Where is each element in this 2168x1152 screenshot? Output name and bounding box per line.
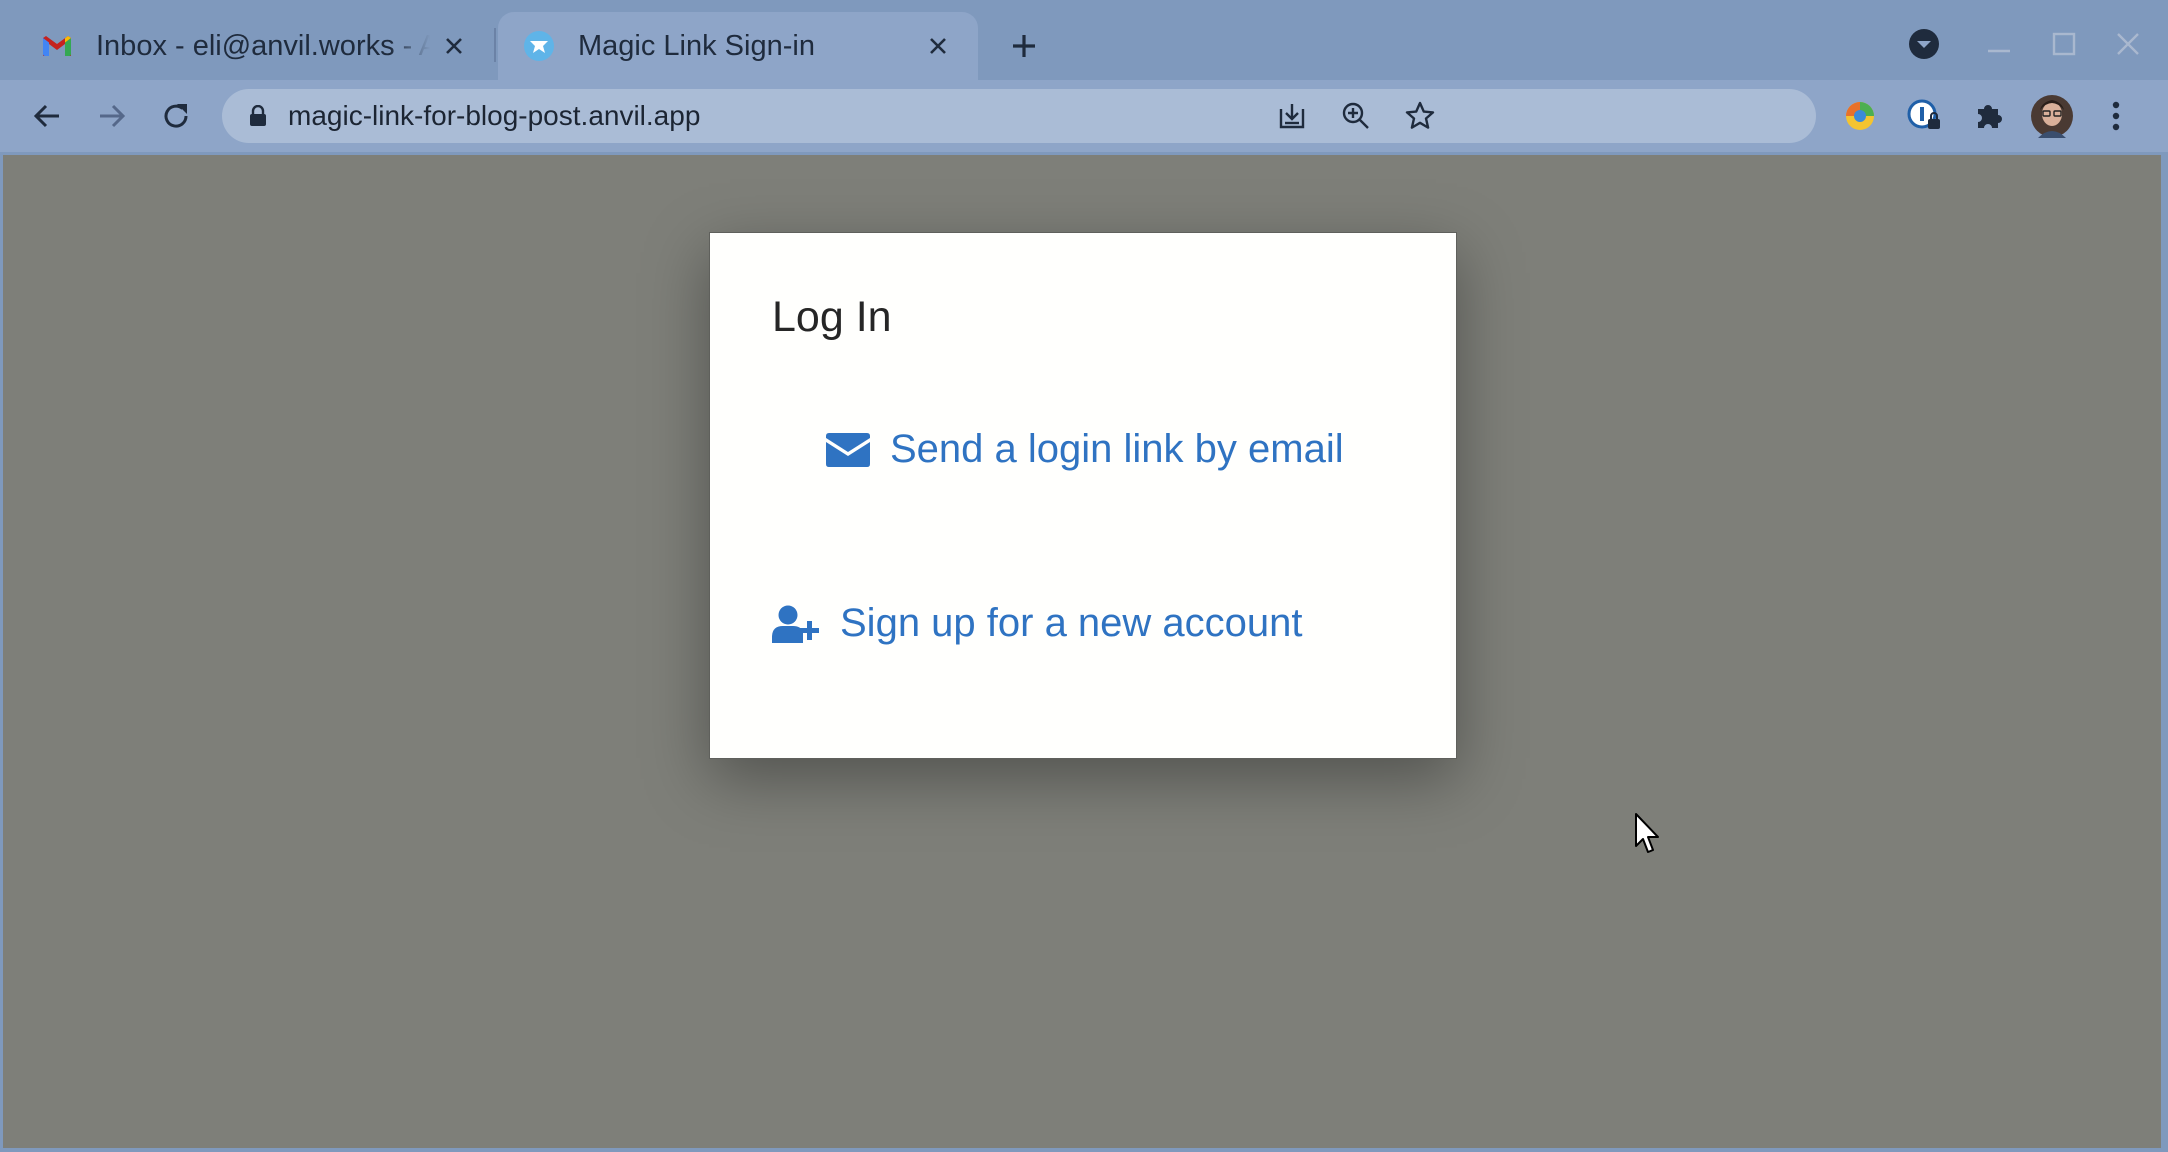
close-window-icon[interactable]: [2106, 22, 2150, 66]
browser-toolbar: [0, 80, 2168, 152]
tab-magic-link[interactable]: Magic Link Sign-in: [498, 12, 978, 80]
forward-icon[interactable]: [88, 92, 136, 140]
tab-search-icon[interactable]: [1902, 22, 1946, 66]
dialog-title: Log In: [772, 293, 892, 341]
page-backdrop: Log In Send a login link by email Sign u…: [3, 155, 2161, 1148]
close-tab-icon[interactable]: [922, 30, 954, 62]
extensions-puzzle-icon[interactable]: [1964, 92, 2012, 140]
tab-title: Inbox - eli@anvil.works - Anvil Mail: [96, 29, 430, 62]
minimize-window-icon[interactable]: [1977, 22, 2021, 66]
gmail-icon: [40, 29, 74, 63]
tab-strip: Inbox - eli@anvil.works - Anvil Mail Mag…: [0, 0, 2168, 80]
window-frame-right: [2161, 152, 2168, 1152]
tab-inbox[interactable]: Inbox - eli@anvil.works - Anvil Mail: [16, 12, 494, 80]
extension-color-icon[interactable]: [1836, 92, 1884, 140]
password-manager-icon[interactable]: [1900, 92, 1948, 140]
lock-icon[interactable]: [244, 102, 272, 130]
login-dialog: Log In Send a login link by email Sign u…: [709, 232, 1457, 759]
bookmark-star-icon[interactable]: [1400, 96, 1440, 136]
envelope-icon: [826, 432, 870, 467]
signup-link-label: Sign up for a new account: [840, 601, 1303, 645]
new-tab-button[interactable]: [1004, 26, 1044, 66]
mouse-cursor-icon: [1634, 812, 1664, 856]
profile-avatar[interactable]: [2028, 92, 2076, 140]
browser-menu-icon[interactable]: [2092, 92, 2140, 140]
send-login-link-label: Send a login link by email: [890, 427, 1344, 471]
maximize-window-icon[interactable]: [2042, 22, 2086, 66]
back-icon[interactable]: [23, 92, 71, 140]
reload-icon[interactable]: [152, 92, 200, 140]
signup-link-button[interactable]: Sign up for a new account: [772, 601, 1303, 646]
anvil-icon: [522, 29, 556, 63]
zoom-icon[interactable]: [1336, 96, 1376, 136]
user-plus-icon: [772, 605, 820, 643]
close-tab-icon[interactable]: [438, 30, 470, 62]
install-app-icon[interactable]: [1272, 96, 1312, 136]
tab-title: Magic Link Sign-in: [578, 29, 815, 62]
tab-divider: [494, 28, 496, 62]
send-login-link-button[interactable]: Send a login link by email: [826, 427, 1344, 472]
address-bar[interactable]: [222, 89, 1816, 143]
